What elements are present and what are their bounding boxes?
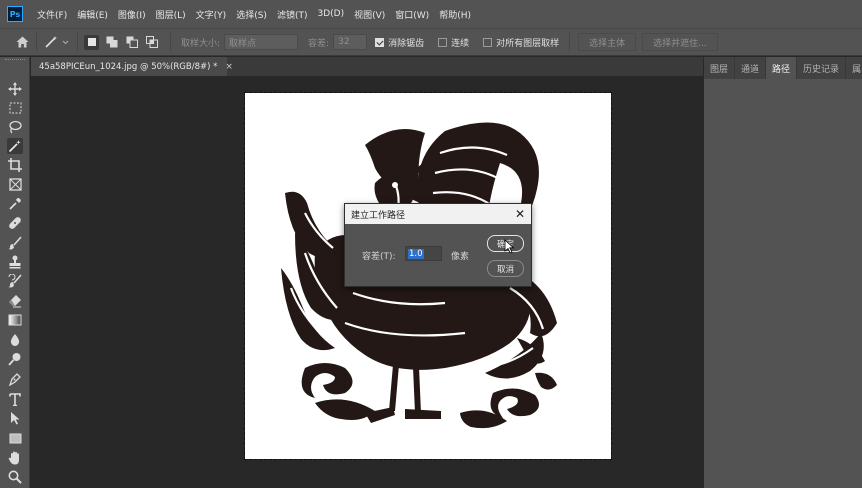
photoshop-logo: Ps bbox=[7, 6, 23, 22]
tab-close-icon[interactable]: × bbox=[225, 62, 233, 72]
toolbar-grip[interactable] bbox=[5, 59, 25, 62]
dialog-body: 容差(T): 1.0 像素 确定 取消 bbox=[345, 224, 531, 286]
marquee-tool-icon[interactable] bbox=[7, 100, 23, 116]
intersect-selection-icon[interactable] bbox=[144, 35, 159, 50]
blur-tool-icon[interactable] bbox=[7, 332, 23, 348]
magic-wand-preset-icon[interactable] bbox=[43, 35, 71, 49]
mouse-pointer-icon bbox=[504, 239, 515, 254]
separator bbox=[569, 33, 571, 51]
menu-layer[interactable]: 图层(L) bbox=[151, 8, 191, 21]
separator bbox=[77, 33, 78, 51]
move-tool-icon[interactable] bbox=[7, 81, 23, 97]
tab-properties[interactable]: 属 bbox=[846, 57, 862, 79]
antialias-label: 消除锯齿 bbox=[388, 38, 425, 49]
path-tolerance-label: 容差(T): bbox=[362, 252, 396, 262]
panel-tab-bar: 图层 通道 路径 历史记录 属 bbox=[704, 57, 862, 79]
healing-brush-tool-icon[interactable] bbox=[7, 215, 23, 231]
brush-tool-icon[interactable] bbox=[7, 235, 23, 251]
dodge-tool-icon[interactable] bbox=[7, 351, 23, 367]
sample-all-layers-checkbox[interactable] bbox=[483, 37, 493, 47]
magic-wand-tool-icon[interactable] bbox=[7, 138, 23, 154]
tab-channels[interactable]: 通道 bbox=[735, 57, 767, 79]
menu-edit[interactable]: 编辑(E) bbox=[72, 8, 113, 21]
dialog-titlebar[interactable]: 建立工作路径 ✕ bbox=[345, 204, 531, 224]
eyedropper-tool-icon[interactable] bbox=[7, 196, 23, 212]
clone-stamp-tool-icon[interactable] bbox=[7, 254, 23, 270]
contiguous-checkbox[interactable] bbox=[438, 37, 448, 47]
tools-panel bbox=[0, 57, 30, 488]
sample-size-label: 取样大小: bbox=[181, 38, 221, 49]
pen-tool-icon[interactable] bbox=[7, 371, 23, 387]
menu-view[interactable]: 视图(V) bbox=[349, 8, 390, 21]
path-selection-tool-icon[interactable] bbox=[7, 410, 23, 426]
select-and-mask-button[interactable]: 选择并遮住... bbox=[642, 33, 718, 51]
crop-tool-icon[interactable] bbox=[7, 157, 23, 173]
menu-3d[interactable]: 3D(D) bbox=[312, 9, 349, 19]
gradient-tool-icon[interactable] bbox=[7, 312, 23, 328]
document-tab-title: 45a58PICEun_1024.jpg @ 50%(RGB/8#) * bbox=[39, 61, 218, 72]
rectangle-tool-icon[interactable] bbox=[7, 430, 23, 446]
menu-window[interactable]: 窗口(W) bbox=[390, 8, 434, 21]
document-tab-bar: 45a58PICEun_1024.jpg @ 50%(RGB/8#) * × bbox=[31, 57, 703, 76]
menu-file[interactable]: 文件(F) bbox=[32, 8, 72, 21]
zoom-tool-icon[interactable] bbox=[7, 469, 23, 485]
make-work-path-dialog: 建立工作路径 ✕ 容差(T): 1.0 像素 确定 取消 bbox=[344, 203, 532, 287]
dialog-title: 建立工作路径 bbox=[351, 210, 406, 221]
close-icon[interactable]: ✕ bbox=[515, 208, 525, 220]
tab-paths[interactable]: 路径 bbox=[766, 57, 798, 79]
eraser-tool-icon[interactable] bbox=[7, 293, 23, 309]
menu-help[interactable]: 帮助(H) bbox=[434, 8, 476, 21]
history-brush-tool-icon[interactable] bbox=[7, 273, 23, 289]
subtract-from-selection-icon[interactable] bbox=[124, 35, 139, 50]
options-bar: 取样大小: 取样点 容差: 32 消除锯齿 连续 对所有图层取样 选择主体 选择… bbox=[0, 28, 862, 56]
frame-tool-icon[interactable] bbox=[7, 176, 23, 192]
path-tolerance-input[interactable]: 1.0 bbox=[405, 246, 442, 261]
tab-history[interactable]: 历史记录 bbox=[797, 57, 847, 79]
contiguous-label: 连续 bbox=[451, 38, 470, 49]
add-to-selection-icon[interactable] bbox=[104, 35, 119, 50]
home-icon[interactable] bbox=[14, 36, 30, 48]
antialias-checkbox[interactable] bbox=[375, 37, 385, 47]
menu-select[interactable]: 选择(S) bbox=[231, 8, 272, 21]
cancel-button[interactable]: 取消 bbox=[487, 260, 524, 277]
menu-filter[interactable]: 滤镜(T) bbox=[272, 8, 313, 21]
menu-image[interactable]: 图像(I) bbox=[113, 8, 151, 21]
pixels-unit-label: 像素 bbox=[451, 252, 470, 262]
tab-layers[interactable]: 图层 bbox=[704, 57, 736, 79]
sample-all-layers-label: 对所有图层取样 bbox=[496, 38, 560, 49]
new-selection-icon[interactable] bbox=[84, 34, 99, 50]
menu-type[interactable]: 文字(Y) bbox=[191, 8, 232, 21]
select-subject-button[interactable]: 选择主体 bbox=[578, 33, 637, 51]
tolerance-label: 容差: bbox=[308, 38, 330, 49]
separator bbox=[36, 33, 37, 51]
type-tool-icon[interactable] bbox=[7, 391, 23, 407]
lasso-tool-icon[interactable] bbox=[7, 119, 23, 135]
right-panel: 图层 通道 路径 历史记录 属 bbox=[704, 57, 862, 488]
menu-bar: Ps 文件(F) 编辑(E) 图像(I) 图层(L) 文字(Y) 选择(S) 滤… bbox=[0, 0, 862, 28]
separator bbox=[170, 33, 171, 51]
sample-size-select[interactable]: 取样点 bbox=[224, 34, 299, 50]
hand-tool-icon[interactable] bbox=[7, 450, 23, 466]
tolerance-input[interactable]: 32 bbox=[333, 34, 368, 50]
document-tab[interactable]: 45a58PICEun_1024.jpg @ 50%(RGB/8#) * × bbox=[31, 57, 233, 76]
path-tolerance-value: 1.0 bbox=[408, 248, 424, 259]
